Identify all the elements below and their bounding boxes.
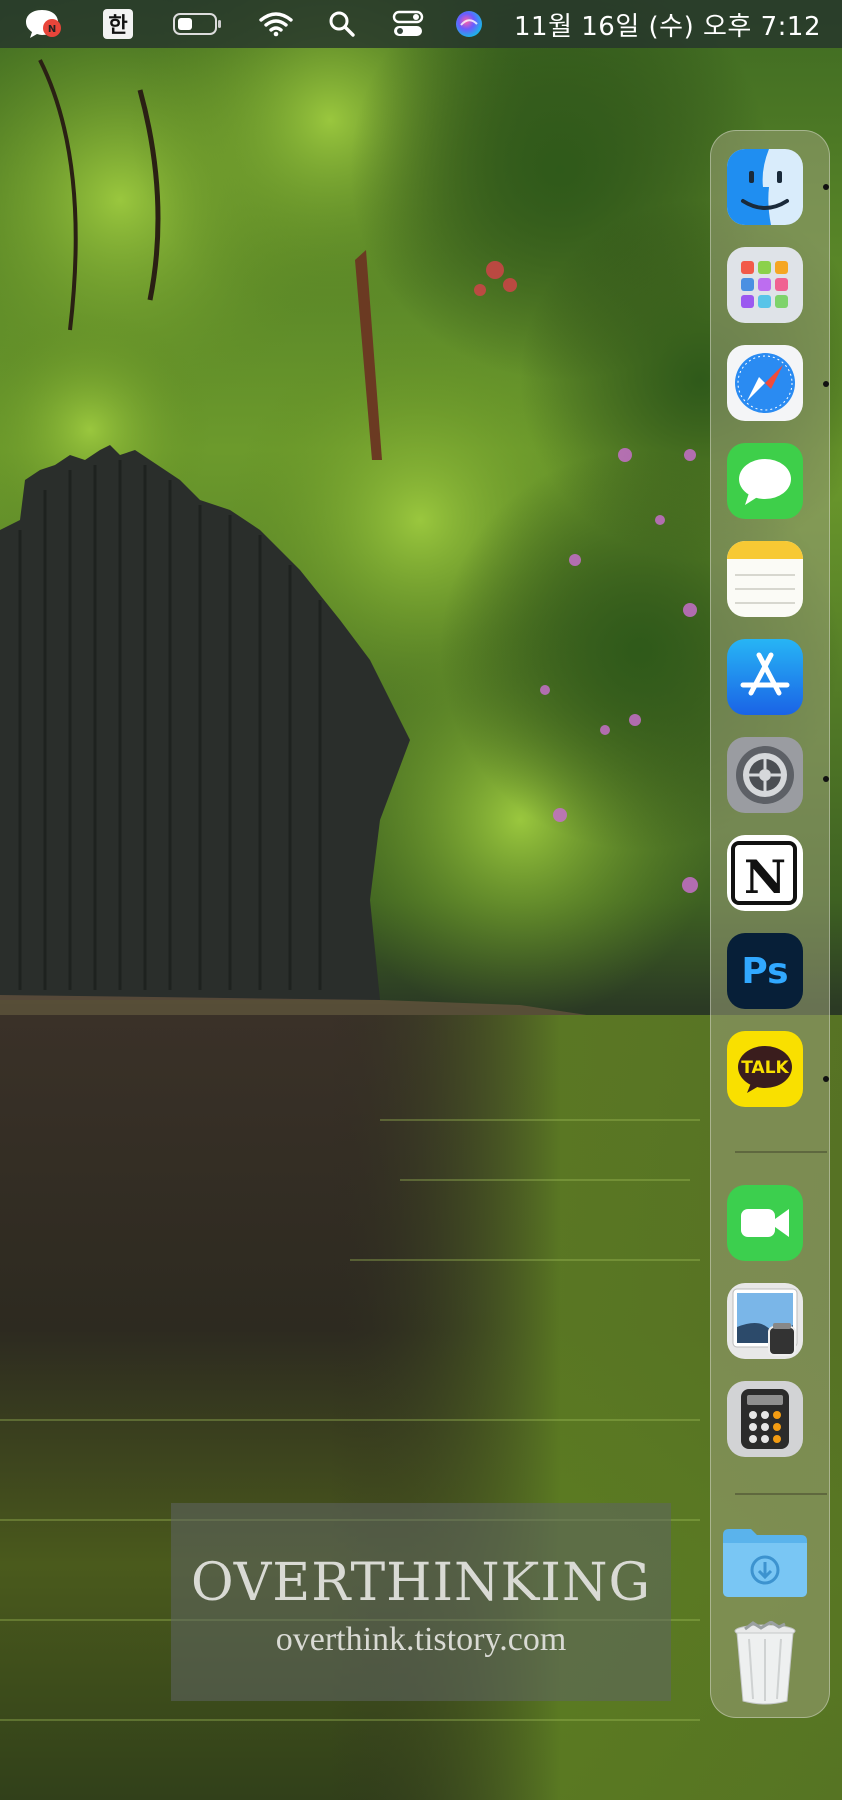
- dock: N Ps TALK: [710, 130, 830, 1718]
- dock-item-facetime[interactable]: [727, 1185, 803, 1261]
- safari-icon: [727, 345, 803, 421]
- svg-text:N: N: [48, 24, 56, 35]
- running-indicator: [823, 1076, 829, 1082]
- search-icon[interactable]: [326, 0, 358, 48]
- input-method-label: 한: [103, 9, 133, 39]
- dock-item-app-store[interactable]: [727, 639, 803, 715]
- naver-talk-bubble-icon[interactable]: N: [20, 0, 66, 48]
- calculator-icon: [727, 1381, 803, 1457]
- dock-item-calculator[interactable]: [727, 1381, 803, 1457]
- dock-item-preview[interactable]: [727, 1283, 803, 1359]
- running-indicator: [823, 184, 829, 190]
- svg-text:N: N: [744, 850, 786, 904]
- dock-divider: [735, 1151, 827, 1153]
- dock-item-system-preferences[interactable]: [727, 737, 803, 813]
- finder-icon: [727, 149, 803, 225]
- preview-icon: [727, 1283, 803, 1359]
- watermark-overlay: OVERTHINKING overthink.tistory.com: [171, 1503, 671, 1701]
- dock-item-finder[interactable]: [727, 149, 803, 225]
- watermark-title: OVERTHINKING: [191, 1553, 651, 1613]
- kakaotalk-label: TALK: [741, 1058, 789, 1078]
- facetime-icon: [727, 1185, 803, 1261]
- menu-bar: N 한 11월 16일 (수) 오후 7:12: [0, 0, 842, 48]
- dock-item-trash[interactable]: [727, 1620, 803, 1705]
- photoshop-icon: Ps: [727, 933, 803, 1009]
- dock-item-kakaotalk[interactable]: TALK: [727, 1031, 803, 1107]
- messages-icon: [727, 443, 803, 519]
- dock-item-photoshop[interactable]: Ps: [727, 933, 803, 1009]
- launchpad-icon: [727, 247, 803, 323]
- dock-item-launchpad[interactable]: [727, 247, 803, 323]
- dock-item-downloads[interactable]: [721, 1523, 809, 1599]
- input-method-indicator[interactable]: 한: [100, 0, 136, 48]
- downloads-folder-icon: [721, 1523, 809, 1603]
- dock-item-safari[interactable]: [727, 345, 803, 421]
- notion-icon: N: [727, 835, 803, 911]
- control-center-icon[interactable]: [390, 0, 426, 48]
- watermark-subtitle: overthink.tistory.com: [275, 1621, 567, 1658]
- system-preferences-icon: [727, 737, 803, 813]
- notes-icon: [727, 541, 803, 617]
- siri-icon[interactable]: [454, 0, 484, 48]
- running-indicator: [823, 381, 829, 387]
- battery-icon[interactable]: [170, 0, 226, 48]
- wifi-icon[interactable]: [256, 0, 296, 48]
- dock-divider: [735, 1493, 827, 1495]
- trash-icon: [727, 1620, 803, 1709]
- dock-item-messages[interactable]: [727, 443, 803, 519]
- dock-item-notion[interactable]: N: [727, 835, 803, 911]
- kakaotalk-icon: TALK: [727, 1031, 803, 1107]
- app-store-icon: [727, 639, 803, 715]
- clock-label: 11월 16일 (수) 오후 7:12: [514, 11, 821, 42]
- dock-item-notes[interactable]: [727, 541, 803, 617]
- running-indicator: [823, 776, 829, 782]
- photoshop-label: Ps: [741, 951, 788, 992]
- menu-bar-clock[interactable]: 11월 16일 (수) 오후 7:12: [514, 0, 821, 48]
